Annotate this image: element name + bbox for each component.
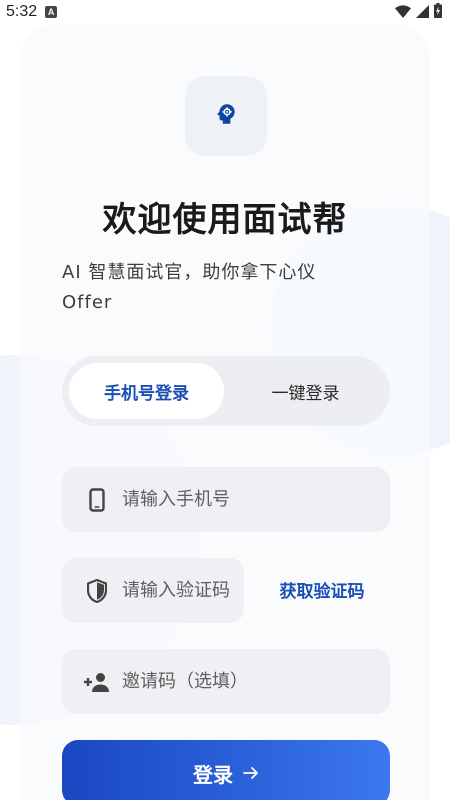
tab-phone-login[interactable]: 手机号登录 — [69, 363, 224, 419]
code-input-placeholder: 请输入验证码 — [122, 579, 230, 601]
wifi-icon — [395, 3, 411, 22]
notification-badge: A — [45, 6, 58, 18]
get-code-button[interactable]: 获取验证码 — [262, 578, 382, 606]
login-button-label: 登录 — [193, 762, 233, 787]
phone-input[interactable]: 请输入手机号 — [62, 467, 390, 532]
login-screen: 5:32 A 欢迎使用面试帮 AI 智慧面试官，助你拿下心仪 Offer 手机号… — [0, 0, 450, 800]
shield-icon — [84, 578, 110, 603]
status-bar: 5:32 A — [0, 0, 450, 24]
arrow-right-icon — [243, 761, 259, 785]
verification-code-input[interactable]: 请输入验证码 — [62, 558, 244, 623]
page-subtitle: AI 智慧面试官，助你拿下心仪 Offer — [62, 262, 317, 313]
phone-input-placeholder: 请输入手机号 — [122, 488, 230, 510]
smartphone-icon — [84, 487, 110, 512]
invite-code-input[interactable]: 邀请码（选填） — [62, 649, 390, 714]
person-add-icon — [84, 672, 110, 692]
battery-charging-icon — [434, 2, 442, 22]
app-logo — [185, 76, 267, 156]
login-method-tabs: 手机号登录 一键登录 — [62, 356, 390, 426]
invite-input-placeholder: 邀请码（选填） — [122, 670, 248, 692]
cellular-signal-icon — [416, 3, 429, 22]
page-title: 欢迎使用面试帮 — [102, 200, 348, 240]
psychology-head-icon — [213, 101, 239, 131]
tab-one-click-login[interactable]: 一键登录 — [228, 363, 383, 419]
login-button[interactable]: 登录 — [62, 740, 390, 800]
status-time: 5:32 — [6, 3, 38, 20]
